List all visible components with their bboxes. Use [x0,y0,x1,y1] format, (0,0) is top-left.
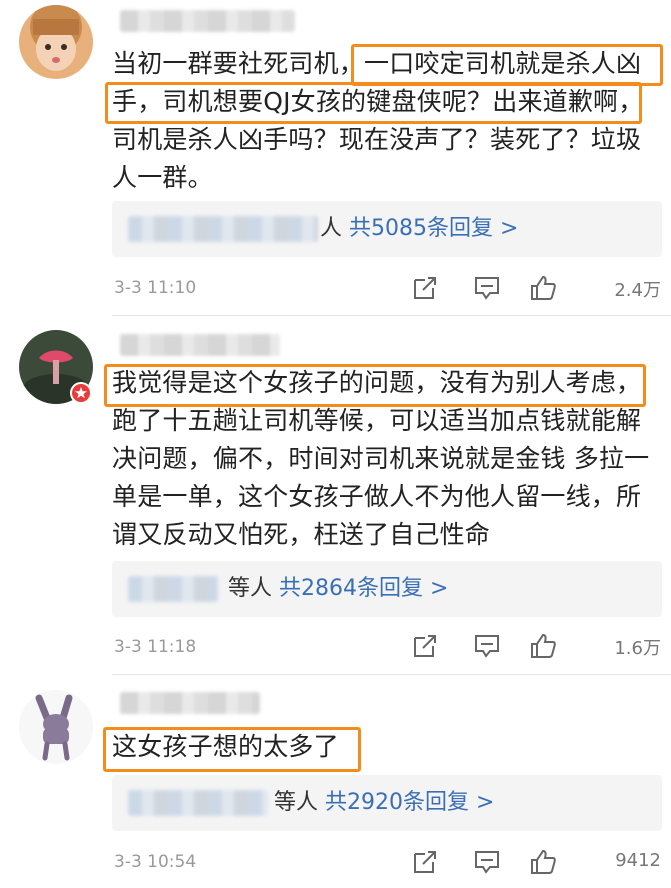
like-icon[interactable] [529,632,557,660]
action-bar: 9412 [411,848,661,878]
reply-suffix: 等人 [228,576,273,601]
reply-users-blurred [128,216,318,242]
username-blurred[interactable] [120,334,280,356]
comment-icon[interactable] [473,632,501,660]
like-count: 1.6万 [614,638,661,659]
reply-suffix: 人 [320,216,343,241]
reply-count-link[interactable]: 共2920条回复 > [325,790,494,815]
comment-line: 决问题，偏不，时间对司机来说就是金钱 多拉一 [112,444,650,473]
comment-line: 谓又反动又怕死，枉送了自己性命 [112,520,491,549]
highlight-box [105,82,642,124]
reply-preview[interactable]: 等人 共2920条回复 > [112,775,662,831]
reply-suffix: 等人 [274,790,319,815]
reply-preview[interactable]: 人 共5085条回复 > [112,201,662,257]
forward-icon[interactable] [411,632,439,660]
like-icon[interactable] [529,848,557,876]
reply-users-blurred [128,790,268,816]
divider [112,674,671,675]
forward-icon[interactable] [411,848,439,876]
reply-count-link[interactable]: 共2864条回复 > [279,576,448,601]
comment-line: 司机是杀人凶手吗？现在没声了？装死了？垃圾 [112,125,642,154]
comment-line: 人一群。 [112,163,213,192]
highlight-box [103,727,361,772]
like-count: 9412 [615,850,661,871]
comment-icon[interactable] [473,274,501,302]
like-count: 2.4万 [614,280,661,301]
avatar-image [19,5,93,79]
user-avatar[interactable] [19,5,93,79]
highlight-box [104,364,646,407]
divider [112,315,671,316]
user-avatar[interactable] [19,690,93,764]
forward-icon[interactable] [411,274,439,302]
like-icon[interactable] [529,274,557,302]
vip-badge-icon [70,382,92,404]
avatar-image [19,690,93,764]
comment-line: 跑了十五趟让司机等候，可以适当加点钱就能解 [112,406,642,435]
timestamp: 3-3 11:18 [114,637,197,657]
highlight-box [351,44,663,86]
timestamp: 3-3 10:54 [114,852,197,872]
action-bar: 1.6万 [411,632,661,662]
timestamp: 3-3 11:10 [114,278,197,298]
action-bar: 2.4万 [411,274,661,304]
username-blurred[interactable] [120,692,260,714]
reply-preview[interactable]: 等人 共2864条回复 > [112,561,662,617]
comment-line: 单是一单，这个女孩子做人不为他人留一线，所 [112,482,642,511]
reply-count-link[interactable]: 共5085条回复 > [349,216,518,241]
username-blurred[interactable] [120,10,295,32]
reply-users-blurred [128,576,218,602]
comment-icon[interactable] [473,848,501,876]
